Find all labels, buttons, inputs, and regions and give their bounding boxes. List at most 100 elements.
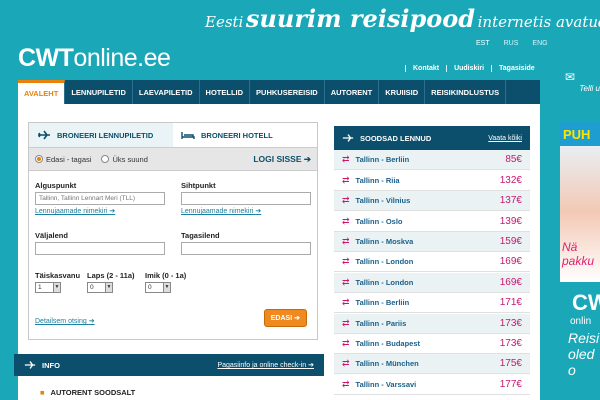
link-uudiskiri[interactable]: Uudiskiri [446,65,491,72]
roundtrip-arrows-icon: ⇄ [342,378,350,389]
roundtrip-arrows-icon: ⇄ [342,174,350,185]
login-button[interactable]: LOGI SISSE ➔ [253,154,311,165]
infants-label: Imik (0 - 1a) [145,271,187,280]
nav-tab-laevapiletid[interactable]: LAEVAPILETID [133,80,200,104]
infants-value: 0 [148,284,152,291]
adults-label: Täiskasvanu [35,271,81,280]
lang-est[interactable]: EST [476,40,490,47]
tab-book-hotel[interactable]: BRONEERI HOTELL [173,123,317,147]
detailed-search-text: Detailsem otsing [35,318,87,325]
chevron-down-icon: ▼ [53,283,60,292]
ad-slogan: Reisi oled o [568,330,600,378]
nav-tab-lennupiletid[interactable]: LENNUPILETID [65,80,133,104]
main-nav: AVALEHT LENNUPILETID LAEVAPILETID HOTELL… [18,80,540,104]
roundtrip-arrows-icon: ⇄ [342,154,350,165]
deal-route: Tallinn - Berliin [355,298,410,308]
ad-newsletter[interactable]: ✉ Telli u [540,70,600,120]
return-date-input[interactable] [181,242,311,255]
flight-deal-row[interactable]: ⇄ Tallinn - Moskva 159€ [334,231,530,252]
flight-deal-row[interactable]: ⇄ Tallinn - London 169€ [334,252,530,273]
site-logo[interactable]: CWTonline.ee [18,44,171,73]
cheap-flights-box: SOODSAD LENNUD Vaata kõiki ⇄ Tallinn - Be… [334,126,530,395]
ad-slogan-line2: oled o [568,346,595,378]
link-tagasiside[interactable]: Tagasiside [491,65,542,72]
tab-book-hotel-label: BRONEERI HOTELL [201,130,273,140]
tagline-prefix: Eesti [205,13,244,31]
flight-deal-row[interactable]: ⇄ Tallinn - Oslo 139€ [334,212,530,232]
cheap-flights-title: SOODSAD LENNUD [360,133,432,143]
radio-oneway[interactable]: Üks suund [101,155,148,164]
dest-input[interactable] [181,192,311,205]
flight-deal-row[interactable]: ⇄ Tallinn - Berliin 85€ [334,150,530,171]
flight-deal-row[interactable]: ⇄ Tallinn - Pariis 173€ [334,313,530,334]
origin-airport-list-link[interactable]: Lennujaamade nimekiri ➔ [35,207,165,215]
flight-deal-row[interactable]: ⇄ Tallinn - Vilnius 137€ [334,191,530,212]
deal-route: Tallinn - Oslo [355,216,403,226]
arrow-right-icon: ➔ [255,208,262,215]
ad-top-text: Telli u [579,84,600,93]
deal-price: 175€ [499,358,522,370]
nav-tab-hotellid[interactable]: HOTELLID [200,80,251,104]
deal-price: 137€ [499,195,522,207]
flight-deal-row[interactable]: ⇄ Tallinn - London 169€ [334,272,530,293]
roundtrip-arrows-icon: ⇄ [342,215,350,226]
adults-field-group: Täiskasvanu 1 ▼ [35,271,80,293]
radio-dot [101,155,110,163]
deal-route: Tallinn - Moskva [355,236,414,246]
lang-eng[interactable]: ENG [532,40,547,47]
dest-airport-list-link[interactable]: Lennujaamade nimekiri ➔ [181,207,311,215]
ad-pink-text: Nä pakku [562,240,594,268]
depart-date-input[interactable] [35,242,165,255]
nav-tab-puhkusereisid[interactable]: PUHKUSEREISID [250,80,325,104]
flight-deal-row[interactable]: ⇄ Tallinn - München 175€ [334,354,530,375]
nav-tab-kruiisid[interactable]: KRUIISID [379,80,426,104]
deal-route: Tallinn - Vilnius [355,196,411,206]
roundtrip-arrows-icon: ⇄ [342,317,350,328]
radio-dot [35,155,43,163]
deal-price: 132€ [499,174,522,186]
nav-tab-reisikindlustus[interactable]: REISIKINDLUSTUS [425,80,507,104]
view-all-link[interactable]: Vaata kõiki [488,135,522,142]
origin-input[interactable] [35,192,165,205]
deal-route: Tallinn - Varssavi [355,379,417,389]
depart-label: Väljalend [35,231,68,240]
flight-deal-row[interactable]: ⇄ Tallinn - Berliin 171€ [334,293,530,314]
submit-button[interactable]: EDASI ➔ [263,309,307,327]
deal-route: Tallinn - London [355,257,414,267]
flight-deal-row[interactable]: ⇄ Tallinn - Riia 132€ [334,171,530,191]
nav-tab-avaleht[interactable]: AVALEHT [18,80,66,104]
children-select[interactable]: 0 ▼ [87,282,113,293]
detailed-search-link[interactable]: Detailsem otsing ➔ [35,317,95,325]
envelope-icon: ✉ [564,70,576,84]
dest-field-group: Sihtpunkt Lennujaamade nimekiri ➔ [181,181,311,215]
link-kontakt[interactable]: Kontakt [405,65,446,72]
deal-route: Tallinn - London [355,277,414,287]
chevron-down-icon: ▼ [105,283,112,292]
lang-rus[interactable]: RUS [504,40,519,47]
return-label: Tagasilend [181,231,220,240]
deal-route: Tallinn - Budapest [355,338,420,348]
baggage-info-link[interactable]: Pagasiinfo ja online check-in ➔ [217,361,314,369]
ad-banner-text: PUH [563,127,591,142]
tab-book-flight[interactable]: BRONEERI LENNUPILETID [29,123,173,147]
radio-roundtrip[interactable]: Edasi - tagasi [35,155,91,164]
ad-pink-line2: pakku [562,254,595,268]
tagline-suffix: internetis avatud! [477,13,600,31]
flight-deal-row[interactable]: ⇄ Tallinn - Budapest 173€ [334,334,530,354]
arrow-right-icon: ➔ [303,153,311,164]
ad-pink-line1: Nä [562,240,578,254]
adults-value: 1 [38,284,42,291]
flight-deal-row[interactable]: ⇄ Tallinn - Varssavi 177€ [334,375,530,395]
nav-tab-autorent[interactable]: AUTORENT [325,80,380,104]
ad-banner[interactable]: PUH Nä pakku [560,122,600,282]
autorent-heading: ■ AUTORENT SOODSALT [40,388,135,397]
infants-select[interactable]: 0 ▼ [145,282,171,293]
roundtrip-arrows-icon: ⇄ [342,337,350,348]
ad-brand: CWT [572,290,600,315]
deal-route: Tallinn - München [355,359,419,369]
origin-field-group: Alguspunkt Lennujaamade nimekiri ➔ [35,181,165,215]
deal-price: 159€ [499,235,522,247]
ad-slogan-line1: Reisi [568,330,600,346]
deal-route: Tallinn - Riia [355,175,400,185]
adults-select[interactable]: 1 ▼ [35,282,61,293]
